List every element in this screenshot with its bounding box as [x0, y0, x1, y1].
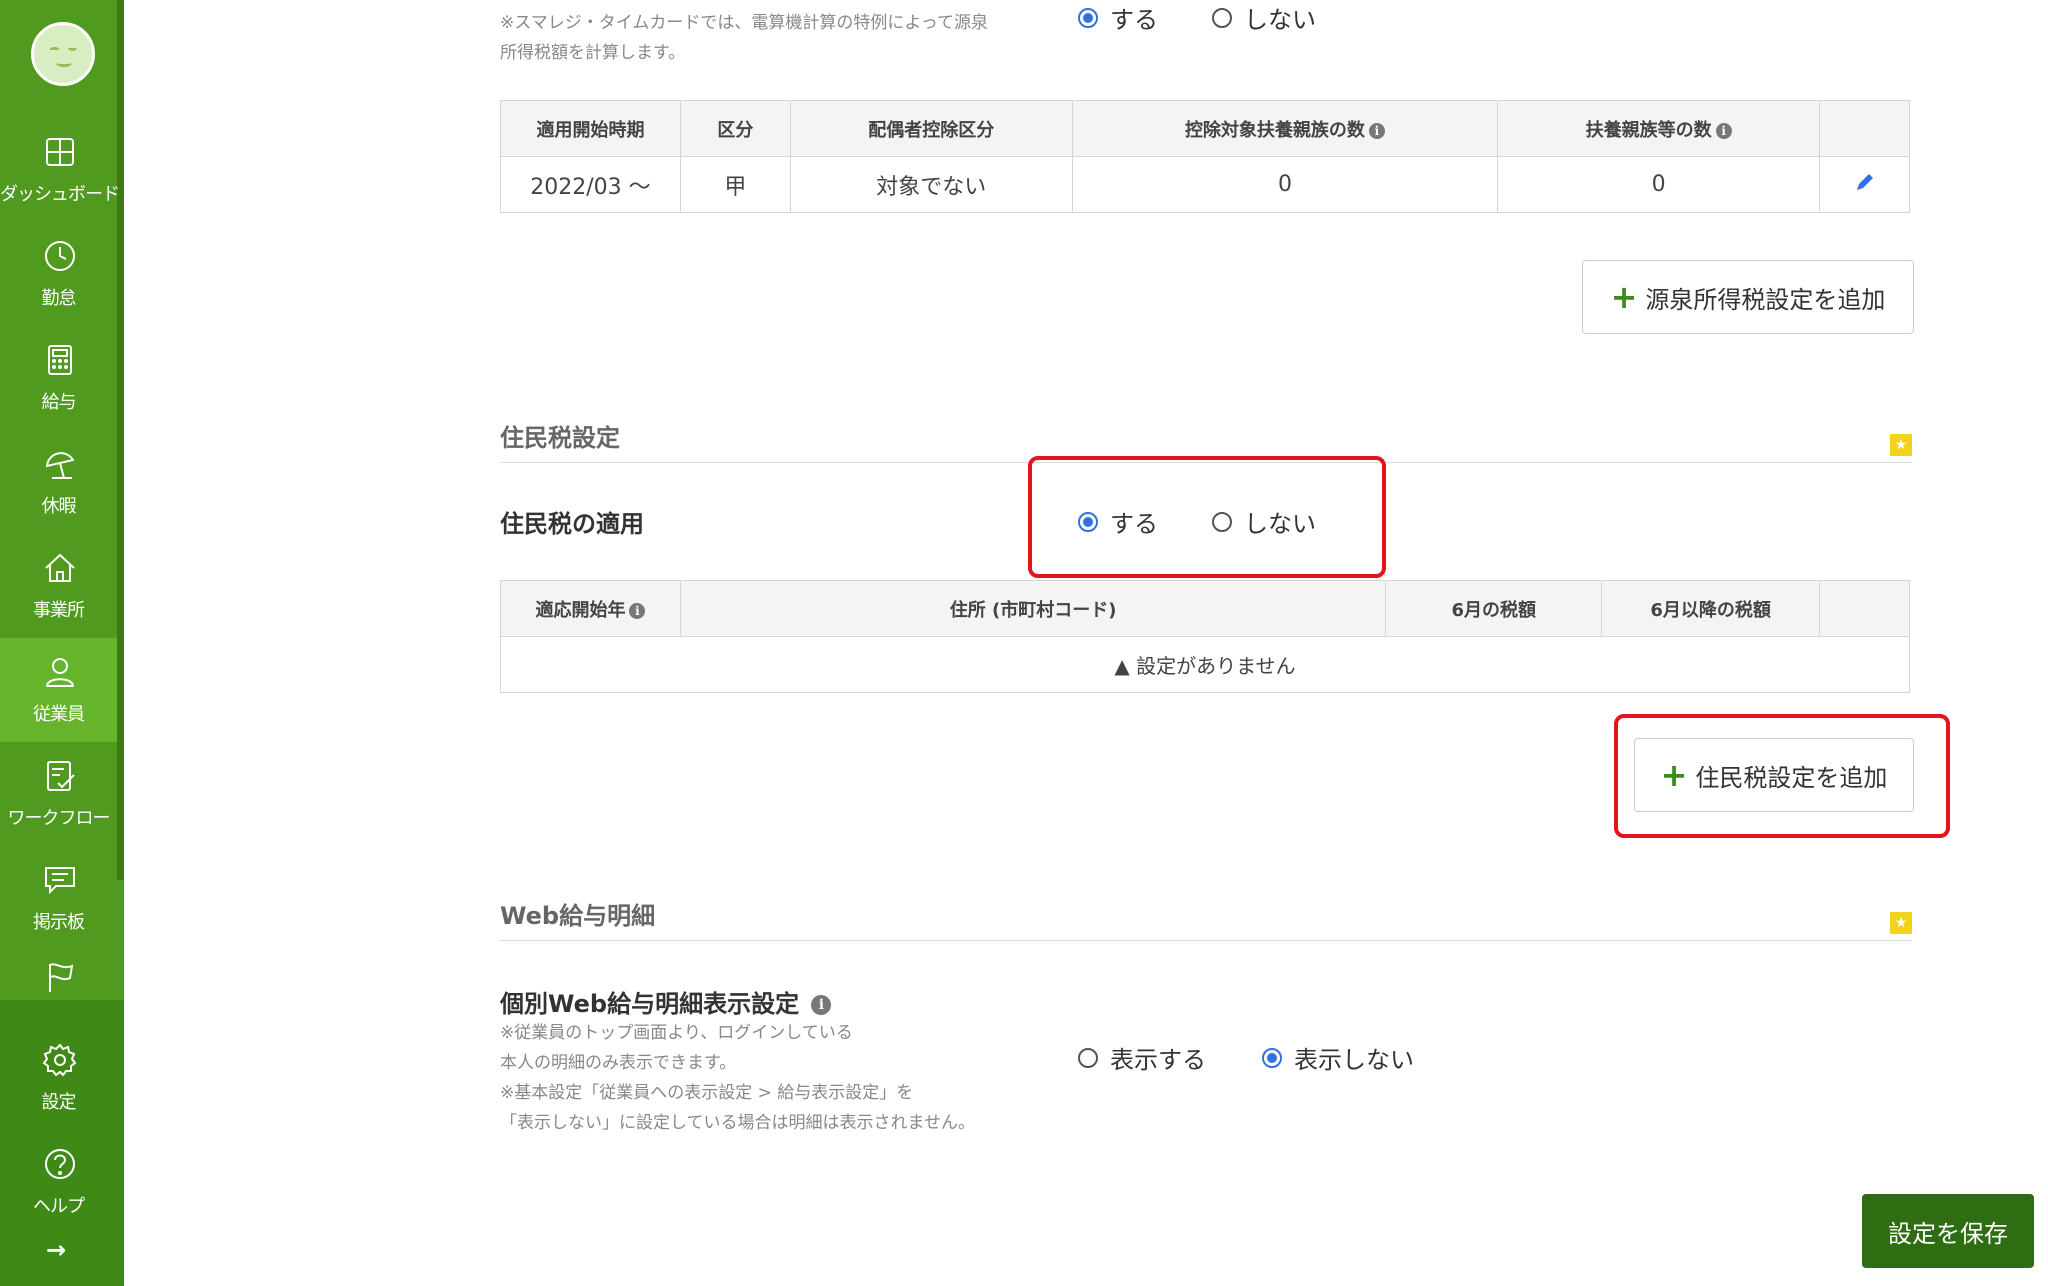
sidebar-item-label: 従業員 [33, 704, 85, 725]
add-withholding-button[interactable]: + 源泉所得税設定を追加 [1582, 260, 1914, 334]
bookmark-star-icon[interactable]: ★ [1890, 912, 1912, 934]
sidebar-item-attendance[interactable]: 勤怠 [0, 222, 117, 326]
highlight-box-add-button [1614, 714, 1950, 838]
dashboard-icon [46, 138, 74, 166]
sidebar-item-label: 掲示板 [33, 912, 85, 933]
withholding-table: 適用開始時期 区分 配偶者控除区分 控除対象扶養親族の数 i 扶養親族等の数 i 2… [500, 100, 1910, 213]
plus-icon: + [1610, 278, 1638, 316]
person-icon [45, 658, 75, 687]
radio-button-checked[interactable] [1262, 1047, 1282, 1068]
web-payslip-radio-hide[interactable]: 表示しない [1262, 1040, 1414, 1075]
flag-icon [49, 963, 74, 992]
main-content: ※スマレジ・タイムカードでは、電算機計算の特例によって源泉 所得税額を計算します… [124, 0, 2048, 1286]
pencil-edit-icon[interactable] [1854, 171, 1876, 193]
radio-button-unchecked[interactable] [1212, 7, 1232, 28]
sidebar: ダッシュボード 勤怠 給与 休暇 事業所 従業員 ワークフロー 掲示板 設定 ヘ… [0, 0, 124, 1286]
withholding-radio-no[interactable]: しない [1212, 0, 1316, 35]
section-title-resident-tax: 住民税設定 [500, 424, 620, 452]
web-payslip-radio-show[interactable]: 表示する [1078, 1040, 1206, 1075]
table-header-row: 適応開始年 i 住所 (市町村コード) 6月の税額 6月以降の税額 [500, 580, 1910, 637]
checklist-icon [47, 761, 75, 791]
cell-start: 2022/03 〜 [500, 156, 681, 213]
info-icon[interactable]: i [629, 602, 646, 619]
radio-button-checked[interactable] [1078, 7, 1098, 28]
bookmark-star-icon[interactable]: ★ [1890, 434, 1912, 456]
sidebar-item-settings[interactable]: 設定 [0, 1026, 117, 1130]
col-header-actions [1819, 580, 1910, 637]
sidebar-item-flag[interactable] [0, 950, 117, 1006]
col-header-start-year: 適応開始年 i [500, 580, 681, 637]
sidebar-item-employees[interactable]: 従業員 [0, 638, 117, 742]
table-header-row: 適用開始時期 区分 配偶者控除区分 控除対象扶養親族の数 i 扶養親族等の数 i [500, 100, 1910, 157]
empty-message: ▲ 設定がありません [500, 636, 1910, 693]
withholding-note: ※スマレジ・タイムカードでは、電算機計算の特例によって源泉 所得税額を計算します… [500, 13, 989, 63]
sidebar-item-leave[interactable]: 休暇 [0, 430, 117, 534]
home-icon [45, 553, 75, 582]
message-icon [45, 867, 75, 895]
col-header-after-june-tax: 6月以降の税額 [1601, 580, 1821, 637]
col-header-address: 住所 (市町村コード) [679, 580, 1387, 637]
save-settings-button[interactable]: 設定を保存 [1862, 1194, 2034, 1268]
sidebar-item-dashboard[interactable]: ダッシュボード [0, 118, 120, 222]
sidebar-item-label: 事業所 [33, 600, 85, 621]
sidebar-item-board[interactable]: 掲示板 [0, 846, 117, 950]
sidebar-item-label: 設定 [41, 1092, 77, 1113]
sidebar-item-label: 給与 [41, 392, 77, 413]
sidebar-scrollbar[interactable] [117, 0, 124, 880]
sidebar-item-label: ダッシュボード [0, 184, 120, 205]
web-payslip-field-label: 個別Web給与明細表示設定 i [500, 984, 832, 1019]
col-header-dependents: 控除対象扶養親族の数 i [1071, 100, 1499, 157]
sidebar-item-label: ワークフロー [7, 808, 111, 829]
info-icon[interactable]: i [811, 995, 832, 1015]
cell-actions [1819, 156, 1910, 213]
info-icon[interactable]: i [1715, 122, 1732, 139]
help-icon [45, 1149, 75, 1179]
sidebar-item-workflow[interactable]: ワークフロー [0, 742, 117, 846]
section-divider [500, 940, 1912, 941]
col-header-spouse: 配偶者控除区分 [789, 100, 1073, 157]
sidebar-expand-arrow[interactable]: → [46, 1236, 66, 1264]
sidebar-item-help[interactable]: ヘルプ [0, 1130, 117, 1234]
table-row: 2022/03 〜 甲 対象でない 0 0 [500, 156, 1910, 213]
warning-icon: ▲ [1114, 654, 1130, 678]
info-icon[interactable]: i [1368, 122, 1385, 139]
sidebar-item-payroll[interactable]: 給与 [0, 326, 117, 430]
sidebar-item-label: 勤怠 [41, 288, 77, 309]
radio-button-unchecked[interactable] [1078, 1047, 1098, 1068]
col-header-actions [1819, 100, 1910, 157]
col-header-june-tax: 6月の税額 [1385, 580, 1603, 637]
col-header-dependents-etc: 扶養親族等の数 i [1497, 100, 1821, 157]
table-row-empty: ▲ 設定がありません [500, 636, 1910, 693]
sidebar-item-office[interactable]: 事業所 [0, 534, 117, 638]
col-header-start: 適用開始時期 [500, 100, 681, 157]
section-title-web-payslip: Web給与明細 [500, 902, 656, 930]
resident-tax-table: 適応開始年 i 住所 (市町村コード) 6月の税額 6月以降の税額 ▲ 設定があり… [500, 580, 1910, 693]
beach-umbrella-icon [45, 452, 75, 479]
sidebar-item-label: 休暇 [41, 496, 77, 517]
resident-tax-apply-label: 住民税の適用 [500, 510, 644, 538]
web-payslip-note: ※従業員のトップ画面より、ログインしている 本人の明細のみ表示できます。 ※基本… [500, 1023, 975, 1133]
cell-dependents: 0 [1071, 156, 1499, 213]
clock-icon [45, 241, 75, 271]
cell-dependents-etc: 0 [1497, 156, 1821, 213]
calculator-icon [48, 345, 72, 375]
col-header-category: 区分 [679, 100, 791, 157]
app-logo[interactable] [31, 22, 95, 86]
cell-spouse: 対象でない [789, 156, 1073, 213]
withholding-radio-yes[interactable]: する [1078, 0, 1158, 35]
highlight-box-radio [1028, 456, 1386, 578]
gear-icon [42, 1043, 77, 1077]
cell-category: 甲 [679, 156, 791, 213]
sidebar-item-label: ヘルプ [33, 1196, 85, 1217]
